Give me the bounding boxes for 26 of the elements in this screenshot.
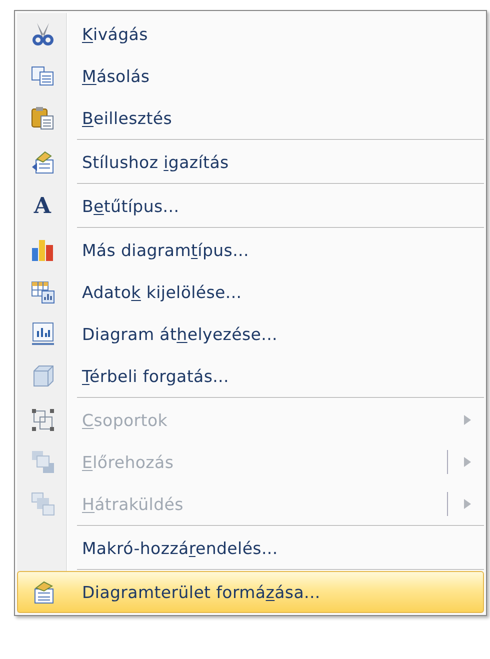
submenu-arrow-icon: [464, 499, 471, 509]
font-icon: A: [34, 193, 52, 219]
chart-move-icon: [30, 322, 54, 346]
bar-chart-icon: [30, 238, 54, 262]
clipboard-icon: [30, 106, 54, 130]
cube-icon: [30, 364, 54, 388]
submenu-arrow-icon: [464, 415, 471, 425]
group-icon: [30, 408, 54, 432]
menu-item[interactable]: Adatok kijelölése...: [17, 271, 484, 313]
menu-item[interactable]: Stílushoz igazítás: [17, 141, 484, 183]
menu-item[interactable]: Diagram áthelyezése...: [17, 313, 484, 355]
menu-item[interactable]: Beillesztés: [17, 97, 484, 139]
menu-item[interactable]: Kivágás: [17, 13, 484, 55]
menu-item[interactable]: A Betűtípus...: [17, 185, 484, 227]
scissors-icon: [32, 22, 54, 46]
menu-item[interactable]: Térbeli forgatás...: [17, 355, 484, 397]
send-backward-icon: [30, 492, 54, 516]
submenu-arrow-icon: [464, 457, 471, 467]
menu-item[interactable]: Diagramterület formázása...: [17, 571, 484, 613]
style-brush-icon: [30, 150, 54, 174]
menu-item[interactable]: Makró-hozzárendelés...: [17, 527, 484, 569]
menu-item[interactable]: Másolás: [17, 55, 484, 97]
copy-icon: [30, 65, 54, 87]
menu-item[interactable]: Más diagramtípus...: [17, 229, 484, 271]
table-data-icon: [30, 280, 54, 304]
bring-forward-icon: [30, 450, 54, 474]
